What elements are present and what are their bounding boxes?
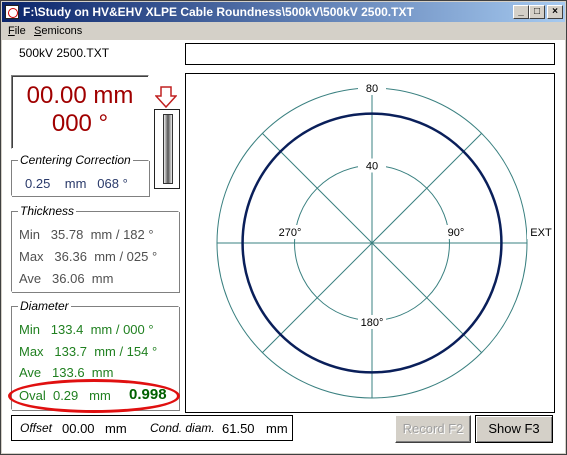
diameter-max-unit: mm / 154 °: [94, 344, 158, 359]
thickness-ave-value: 36.06: [52, 271, 85, 286]
thickness-min-row: Min 35.78 mm / 182 °: [19, 227, 154, 242]
offset-value: 00.00: [62, 421, 95, 436]
polar-plot-svg: 80 40 270° 90° 180° EXT: [216, 81, 554, 399]
centering-value: 0.25: [25, 176, 51, 191]
app-window: F:\Study on HV&EHV XLPE Cable Roundness\…: [0, 0, 567, 455]
file-name-label: 500kV 2500.TXT: [19, 46, 110, 60]
ring-label-80: 80: [366, 83, 378, 95]
thickness-min-value: 35.78: [50, 227, 84, 242]
show-button[interactable]: Show F3: [475, 415, 553, 443]
diameter-max-row: Max 133.7 mm / 154 °: [19, 344, 157, 359]
probe-gauge-bar: [163, 114, 173, 184]
angle-label-90: 90°: [448, 227, 465, 239]
diameter-ave-value: 133.6: [52, 365, 85, 380]
centering-unit: mm: [64, 176, 87, 191]
arrow-down-icon: [155, 86, 177, 108]
radial-grid-line: [262, 242, 373, 353]
diameter-min-label: Min: [19, 322, 40, 337]
maximize-button[interactable]: □: [529, 5, 545, 19]
cond-diam-value: 61.50: [222, 421, 255, 436]
offset-label: Offset: [20, 421, 53, 435]
thickness-min-unit: mm / 182 °: [90, 227, 154, 242]
thickness-ave-label: Ave: [19, 271, 42, 286]
thickness-legend: Thickness: [18, 204, 77, 218]
diameter-legend: Diameter: [18, 299, 71, 313]
centering-legend: Centering Correction: [18, 153, 133, 167]
ext-label: EXT: [530, 227, 552, 239]
diameter-ave-unit: mm: [91, 365, 114, 380]
cond-diam-unit: mm: [266, 421, 288, 436]
angle-label-270: 270°: [279, 227, 302, 239]
centering-angle: 068 °: [97, 176, 128, 191]
thickness-max-label: Max: [19, 249, 44, 264]
diameter-min-row: Min 133.4 mm / 000 °: [19, 322, 154, 337]
reading-distance: 00.00 mm: [26, 82, 134, 109]
diameter-max-label: Max: [19, 344, 44, 359]
ring-label-40: 40: [366, 161, 378, 173]
reading-display: 00.00 mm 000 °: [11, 75, 149, 149]
thickness-min-label: Min: [19, 227, 40, 242]
offset-unit: mm: [105, 421, 127, 436]
thickness-max-value: 36.36: [54, 249, 87, 264]
menu-bar: File Semicons: [2, 23, 565, 40]
diameter-min-unit: mm / 000 °: [90, 322, 154, 337]
radial-grid-line: [371, 242, 482, 353]
record-button[interactable]: Record F2: [395, 415, 471, 443]
diameter-ave-label: Ave: [19, 365, 42, 380]
diameter-ave-row: Ave 133.6 mm: [19, 365, 113, 380]
probe-gauge: [154, 109, 180, 189]
thickness-ave-unit: mm: [91, 271, 114, 286]
window-title: F:\Study on HV&EHV XLPE Cable Roundness\…: [23, 5, 414, 19]
thickness-max-unit: mm / 025 °: [94, 249, 158, 264]
cond-diam-label: Cond. diam.: [150, 421, 215, 435]
menu-file[interactable]: File: [8, 25, 26, 37]
close-button[interactable]: ×: [547, 5, 563, 19]
diameter-max-value: 133.7: [54, 344, 87, 359]
reading-angle: 000 °: [51, 110, 109, 137]
status-field: [185, 43, 555, 65]
polar-plot: 80 40 270° 90° 180° EXT: [185, 73, 555, 413]
thickness-ave-row: Ave 36.06 mm: [19, 271, 113, 286]
menu-semicons[interactable]: Semicons: [34, 25, 82, 37]
app-icon[interactable]: [5, 5, 19, 19]
oval-highlight-annotation: [8, 379, 180, 413]
minimize-button[interactable]: _: [513, 5, 529, 19]
thickness-max-row: Max 36.36 mm / 025 °: [19, 249, 157, 264]
angle-label-180: 180°: [361, 317, 384, 329]
offset-cond-box: Offset 00.00 mm Cond. diam. 61.50 mm: [11, 415, 293, 441]
diameter-min-value: 133.4: [50, 322, 84, 337]
centering-row: 0.25 mm 068 °: [25, 176, 128, 191]
title-bar[interactable]: F:\Study on HV&EHV XLPE Cable Roundness\…: [2, 2, 565, 22]
